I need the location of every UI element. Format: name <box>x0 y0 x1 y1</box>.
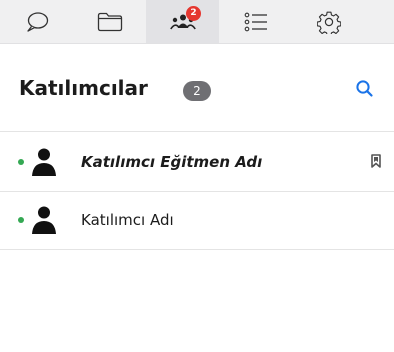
online-status-dot <box>18 217 24 223</box>
chat-icon <box>26 11 48 32</box>
search-icon <box>356 80 373 97</box>
search-button[interactable] <box>354 78 376 100</box>
notification-badge: 2 <box>186 6 201 21</box>
participants-panel: 2 Katılımcılar 2 Katılımcı Eğitmen Adı K… <box>0 0 394 352</box>
tab-list[interactable] <box>219 0 292 43</box>
tab-bar: 2 <box>0 0 394 44</box>
person-icon <box>32 148 56 176</box>
participant-count-badge: 2 <box>183 81 211 101</box>
tab-settings[interactable] <box>292 0 365 43</box>
folder-icon <box>97 12 122 31</box>
bookmark-icon <box>371 154 381 168</box>
list-icon <box>244 12 267 31</box>
page-title: Katılımcılar <box>19 76 148 100</box>
tab-participants[interactable]: 2 <box>146 0 219 43</box>
online-status-dot <box>18 159 24 165</box>
tab-files[interactable] <box>73 0 146 43</box>
list-item[interactable]: Katılımcı Adı <box>0 192 394 250</box>
gear-icon <box>316 11 341 34</box>
participants-header: Katılımcılar 2 <box>0 44 394 132</box>
tab-chat[interactable] <box>0 0 73 43</box>
person-icon <box>32 206 56 234</box>
list-item[interactable]: Katılımcı Eğitmen Adı <box>0 134 394 192</box>
participant-name: Katılımcı Eğitmen Adı <box>81 153 263 171</box>
participant-name: Katılımcı Adı <box>81 211 174 229</box>
